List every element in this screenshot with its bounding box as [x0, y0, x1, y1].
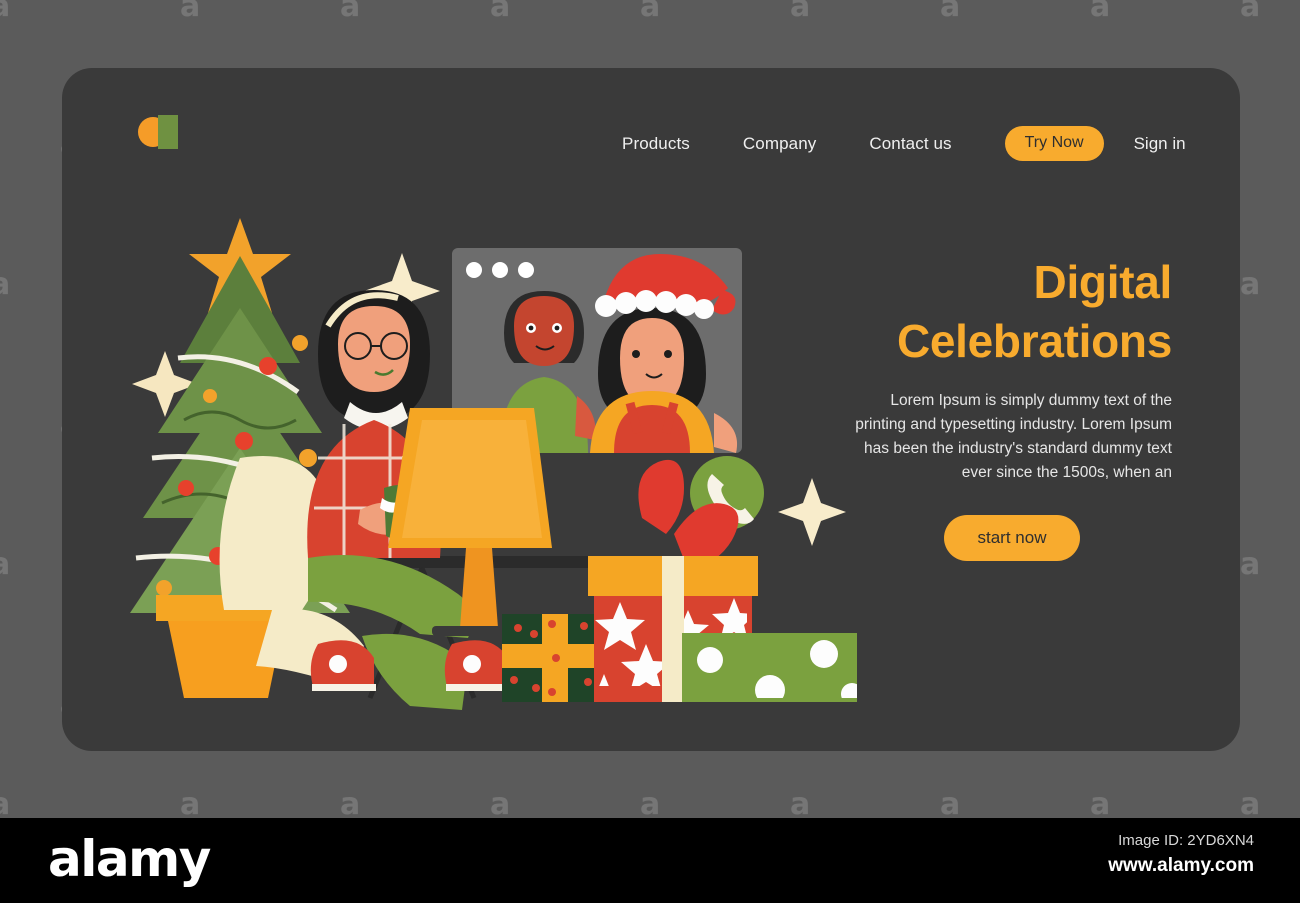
- try-now-button[interactable]: Try Now: [1004, 126, 1104, 161]
- main-navigation: Products Company Contact us Try Now Sign…: [622, 126, 1186, 161]
- watermark-letter: a: [340, 787, 361, 822]
- page-title: Digital Celebrations: [852, 253, 1172, 371]
- watermark-letter: a: [790, 787, 811, 822]
- alamy-url: www.alamy.com: [1108, 855, 1254, 876]
- watermark-letter: a: [1240, 0, 1261, 24]
- watermark-letter: a: [640, 0, 661, 24]
- hero-text-block: Digital Celebrations Lorem Ipsum is simp…: [852, 253, 1172, 561]
- start-now-button[interactable]: start now: [943, 514, 1081, 561]
- brand-logo[interactable]: [138, 115, 184, 149]
- sign-in-link[interactable]: Sign in: [1134, 134, 1186, 154]
- headline-line-2: Celebrations: [896, 314, 1172, 367]
- window-dot: [492, 262, 508, 278]
- nav-item-company[interactable]: Company: [743, 134, 816, 154]
- logo-rect-icon: [158, 115, 178, 149]
- nav-item-contact-us[interactable]: Contact us: [869, 134, 951, 154]
- watermark-letter: a: [180, 0, 201, 24]
- headline-line-1: Digital: [1033, 256, 1173, 308]
- watermark-letter: a: [490, 787, 511, 822]
- watermark-letter: a: [790, 0, 811, 24]
- window-dot: [466, 262, 482, 278]
- watermark-letter: a: [1240, 787, 1261, 822]
- christmas-video-call-illustration: [122, 158, 882, 751]
- sparkle-icon: [778, 478, 846, 546]
- image-id-label: Image ID: 2YD6XN4: [1118, 832, 1254, 849]
- sneaker: [444, 640, 510, 691]
- stock-photo-footer: alamy Image ID: 2YD6XN4 www.alamy.com: [0, 818, 1300, 903]
- watermark-letter: a: [180, 787, 201, 822]
- watermark-letter: a: [940, 787, 961, 822]
- watermark-letter: a: [0, 547, 11, 582]
- alamy-logo: alamy: [48, 830, 211, 888]
- gift-box-olive: [682, 633, 857, 702]
- watermark-letter: a: [1090, 0, 1111, 24]
- watermark-letter: a: [1240, 547, 1261, 582]
- window-dot: [518, 262, 534, 278]
- watermark-letter: a: [640, 787, 661, 822]
- watermark-letter: a: [340, 0, 361, 24]
- watermark-letter: a: [0, 267, 11, 302]
- watermark-letter: a: [0, 787, 11, 822]
- watermark-letter: a: [1240, 267, 1261, 302]
- screenshot-root: aaaaaaaaaaaaaaaaaaaaaaaaaaaaaaaaaaaaaaaa…: [0, 0, 1300, 903]
- watermark-letter: a: [940, 0, 961, 24]
- watermark-letter: a: [0, 0, 11, 24]
- landing-page-card: Products Company Contact us Try Now Sign…: [62, 68, 1240, 751]
- sneaker: [310, 640, 376, 691]
- hero-paragraph: Lorem Ipsum is simply dummy text of the …: [855, 391, 1172, 481]
- watermark-letter: a: [1090, 787, 1111, 822]
- watermark-letter: a: [490, 0, 511, 24]
- nav-item-products[interactable]: Products: [622, 134, 690, 154]
